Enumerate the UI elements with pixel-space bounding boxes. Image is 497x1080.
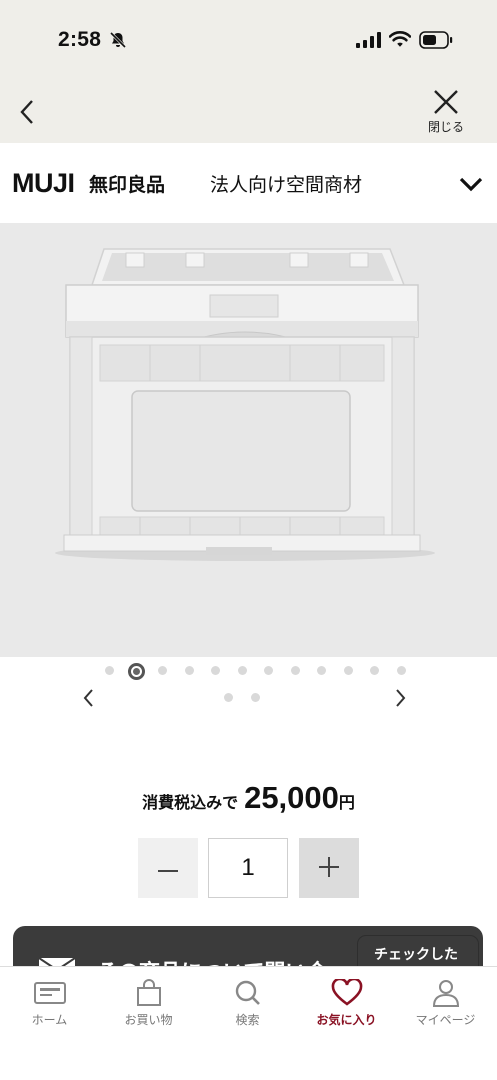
chevron-left-icon xyxy=(83,689,93,707)
carousel-dot[interactable] xyxy=(224,693,233,702)
carousel-dot[interactable] xyxy=(396,666,406,675)
carousel-dot[interactable] xyxy=(184,666,194,675)
tab-label: マイページ xyxy=(415,1013,476,1027)
carousel-next-button[interactable] xyxy=(389,686,411,710)
bottom-tab-bar: ホーム お買い物 検索 お気に入り マイページ xyxy=(0,966,497,1080)
brand-name-jp: 無印良品 xyxy=(89,174,166,196)
chevron-left-icon xyxy=(20,100,33,124)
carousel-dot[interactable] xyxy=(127,663,145,680)
tab-label: お気に入り xyxy=(316,1013,377,1027)
bag-icon xyxy=(136,979,161,1006)
folding-container-illustration xyxy=(0,223,497,657)
close-icon xyxy=(434,90,458,114)
carousel-dot[interactable] xyxy=(317,666,326,675)
search-icon xyxy=(235,980,260,1005)
close-button[interactable]: 閉じる xyxy=(420,88,472,140)
person-icon xyxy=(432,980,459,1007)
price-value: 25,000 xyxy=(244,780,339,815)
plus-icon xyxy=(319,856,339,877)
card-icon xyxy=(33,982,66,1004)
heart-icon xyxy=(331,979,362,1006)
carousel-dot[interactable] xyxy=(237,666,247,675)
status-bar: 2:58 xyxy=(0,0,497,80)
tab-favorites[interactable]: お気に入り xyxy=(297,979,396,1039)
tab-label: お買い物 xyxy=(124,1013,173,1027)
back-button[interactable] xyxy=(14,95,42,129)
quantity-decrease-button[interactable] xyxy=(138,838,198,898)
checked-items-label: チェックした xyxy=(374,947,458,963)
carousel-prev-button[interactable] xyxy=(78,686,100,710)
carousel-dot[interactable] xyxy=(158,666,167,675)
close-label: 閉じる xyxy=(427,120,464,134)
product-image[interactable] xyxy=(0,223,497,657)
signal-icon xyxy=(356,32,381,48)
carousel-dot[interactable] xyxy=(290,666,300,675)
tab-label: ホーム xyxy=(31,1013,68,1027)
minus-icon xyxy=(158,869,178,872)
carousel-dot[interactable] xyxy=(211,666,220,675)
price-label: 消費税込みで xyxy=(142,793,239,812)
tab-mypage[interactable]: マイページ xyxy=(396,979,495,1039)
carousel-dot[interactable] xyxy=(370,666,379,675)
carousel-dot[interactable] xyxy=(343,666,353,675)
quantity-increase-button[interactable] xyxy=(299,838,359,898)
muji-logo[interactable]: MUJI xyxy=(12,168,75,199)
menu-toggle-button[interactable] xyxy=(455,170,487,198)
battery-icon xyxy=(419,31,453,49)
wifi-icon xyxy=(389,31,411,47)
tab-home[interactable]: ホーム xyxy=(0,979,99,1039)
chevron-down-icon xyxy=(459,177,483,192)
carousel-dot[interactable] xyxy=(264,666,273,675)
price-row: 消費税込みで 25,000円 xyxy=(0,780,497,816)
carousel-dots-second-row xyxy=(0,692,497,704)
carousel-dots xyxy=(0,663,497,680)
bell-off-icon xyxy=(109,31,127,49)
carousel-dot[interactable] xyxy=(251,693,260,702)
carousel-dot[interactable] xyxy=(105,666,114,675)
chevron-right-icon xyxy=(396,689,406,707)
tab-shopping[interactable]: お買い物 xyxy=(99,979,198,1039)
tab-search[interactable]: 検索 xyxy=(198,979,297,1039)
status-time: 2:58 xyxy=(58,28,102,51)
quantity-field[interactable]: 1 xyxy=(208,838,288,898)
brand-subtitle: 法人向け空間商材 xyxy=(210,174,363,196)
tab-label: 検索 xyxy=(235,1013,260,1027)
price-unit: 円 xyxy=(338,793,355,812)
